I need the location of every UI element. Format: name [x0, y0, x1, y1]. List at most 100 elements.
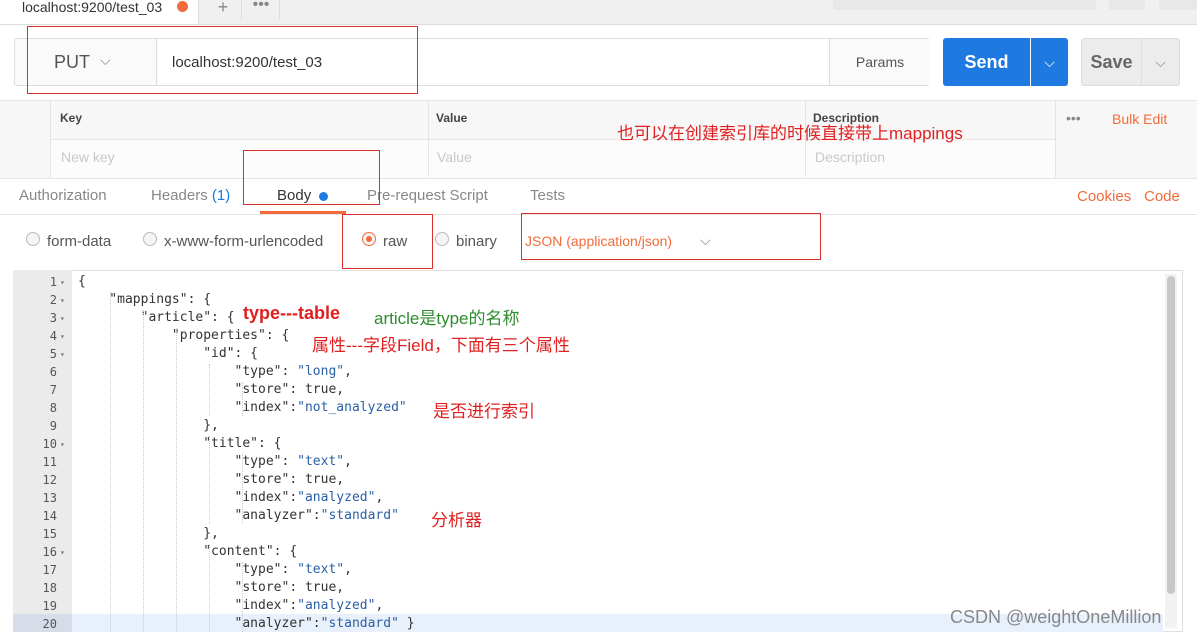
environment-eye-button[interactable]	[1109, 0, 1145, 10]
code-line: "index":"analyzed",	[78, 490, 384, 505]
line-number: 12	[42, 473, 57, 487]
fold-toggle-icon[interactable]: ▾	[60, 350, 65, 359]
radio-label-form-data: form-data	[47, 233, 112, 250]
line-number: 4	[49, 329, 57, 343]
line-number: 9	[49, 419, 57, 433]
line-number: 15	[42, 527, 57, 541]
column-divider	[1055, 101, 1056, 177]
code-line: "store": true,	[78, 382, 345, 397]
bulk-edit-link[interactable]: Bulk Edit	[1112, 111, 1167, 127]
code-line: "type": "long",	[78, 364, 352, 379]
cookies-link[interactable]: Cookies	[1077, 188, 1131, 205]
unsaved-dot-icon	[177, 1, 188, 12]
line-number: 8	[49, 401, 57, 415]
radio-label-binary: binary	[456, 233, 497, 250]
code-line: "title": {	[78, 436, 282, 451]
headers-count-badge: (1)	[211, 187, 231, 204]
annotation-type-table: type---table	[243, 303, 341, 323]
radio-binary[interactable]	[435, 232, 449, 246]
indent-guide	[242, 454, 243, 524]
line-number: 5	[49, 347, 57, 361]
column-header-key: Key	[60, 111, 83, 125]
fold-toggle-icon[interactable]: ▾	[60, 314, 65, 323]
indent-guide	[176, 328, 177, 632]
annotation-box-body	[243, 150, 380, 205]
tab-headers-label: Headers	[151, 187, 208, 204]
params-row	[50, 139, 1055, 178]
annotation-analyzer: 分析器	[431, 511, 482, 530]
tab-authorization[interactable]: Authorization	[19, 187, 107, 204]
column-header-value: Value	[436, 111, 468, 125]
code-link[interactable]: Code	[1144, 188, 1180, 205]
line-number: 16	[42, 545, 57, 559]
line-number: 17	[42, 563, 57, 577]
line-number: 2	[49, 293, 57, 307]
code-line: "article": {	[78, 310, 235, 325]
fold-toggle-icon[interactable]: ▾	[60, 548, 65, 557]
tab-pre-request-script[interactable]: Pre-request Script	[367, 187, 488, 204]
indent-guide	[209, 364, 210, 416]
annotation-article: article是type的名称	[374, 309, 520, 328]
annotation-box-url	[27, 26, 418, 94]
code-line: "type": "text",	[78, 562, 352, 577]
indent-guide	[242, 562, 243, 632]
key-input[interactable]: New key	[61, 149, 115, 165]
indent-guide	[209, 436, 210, 524]
save-dropdown-button[interactable]: ⌵	[1142, 38, 1180, 86]
tab-tests[interactable]: Tests	[530, 187, 565, 204]
send-dropdown-button[interactable]: ⌵	[1031, 38, 1068, 86]
save-button[interactable]: Save	[1081, 38, 1142, 86]
line-number: 20	[42, 617, 57, 631]
tab-active[interactable]: localhost:9200/test_03	[0, 0, 199, 24]
settings-gear-button[interactable]	[1159, 0, 1197, 10]
tab-more-button[interactable]: •••	[243, 0, 280, 20]
watermark: CSDN @weightOneMillion	[950, 607, 1162, 627]
indent-guide	[143, 310, 144, 632]
indent-guide	[110, 292, 111, 632]
annotation-index: 是否进行索引	[433, 402, 535, 421]
code-line: "store": true,	[78, 472, 345, 487]
code-line: },	[78, 418, 219, 433]
line-number: 10	[42, 437, 57, 451]
radio-label-urlencoded: x-www-form-urlencoded	[164, 233, 324, 250]
fold-toggle-icon[interactable]: ▾	[60, 440, 65, 449]
fold-toggle-icon[interactable]: ▾	[60, 278, 65, 287]
fold-toggle-icon[interactable]: ▾	[60, 332, 65, 341]
code-line: "store": true,	[78, 580, 345, 595]
code-line: "index":"analyzed",	[78, 598, 384, 613]
new-tab-button[interactable]: +	[205, 0, 242, 20]
line-number: 3	[49, 311, 57, 325]
code-line: "id": {	[78, 346, 259, 361]
line-number: 7	[49, 383, 57, 397]
code-line: "analyzer":"standard" }	[78, 616, 415, 631]
environment-select[interactable]	[833, 0, 1096, 10]
line-number: 18	[42, 581, 57, 595]
line-number: 14	[42, 509, 57, 523]
more-icon[interactable]: •••	[1066, 110, 1081, 126]
annotation-properties: 属性---字段Field，下面有三个属性	[312, 336, 570, 355]
code-line: },	[78, 526, 219, 541]
annotation-box-json	[521, 213, 821, 260]
indent-guide	[242, 382, 243, 416]
description-input[interactable]: Description	[815, 149, 885, 165]
value-input[interactable]: Value	[437, 149, 472, 165]
line-number: 1	[49, 275, 57, 289]
line-number: 13	[42, 491, 57, 505]
radio-form-data[interactable]	[26, 232, 40, 246]
annotation-mappings: 也可以在创建索引库的时候直接带上mappings	[617, 124, 963, 143]
code-line: "type": "text",	[78, 454, 352, 469]
params-button[interactable]: Params	[829, 39, 930, 85]
scrollbar-thumb[interactable]	[1167, 276, 1175, 594]
tab-headers[interactable]: Headers (1)	[151, 187, 230, 204]
line-number: 19	[42, 599, 57, 613]
indent-guide	[209, 544, 210, 632]
column-divider	[428, 101, 429, 177]
fold-toggle-icon[interactable]: ▾	[60, 296, 65, 305]
code-line: "analyzer":"standard"	[78, 508, 399, 523]
annotation-box-raw	[342, 214, 433, 269]
send-button[interactable]: Send	[943, 38, 1030, 86]
code-line: "mappings": {	[78, 292, 212, 307]
radio-x-www-form-urlencoded[interactable]	[143, 232, 157, 246]
line-number: 11	[42, 455, 57, 469]
code-line: {	[78, 274, 86, 289]
